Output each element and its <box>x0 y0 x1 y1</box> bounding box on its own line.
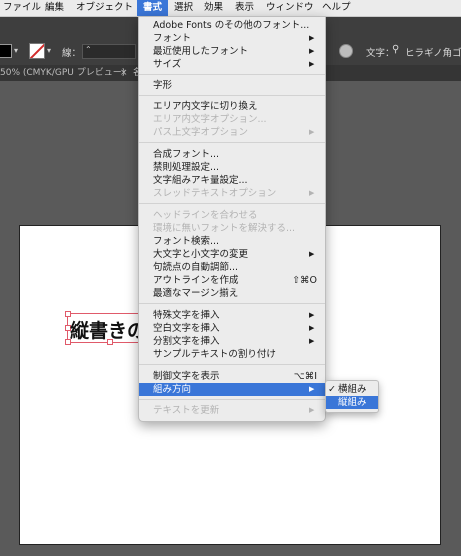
menu-item-insert-whitespace[interactable]: 空白文字を挿入 ▶ <box>139 322 325 335</box>
menu-item-resolve-missing-fonts: 環境に無いフォントを解決する... <box>153 223 296 234</box>
menu-item-insert-special-character[interactable]: 特殊文字を挿入 ▶ <box>139 309 325 322</box>
menu-separator <box>139 399 325 400</box>
menu-item-glyphs[interactable]: 字形 <box>139 79 325 92</box>
menu-separator <box>139 74 325 75</box>
font-value[interactable]: ヒラギノ角ゴ <box>405 45 461 59</box>
menu-select[interactable]: 選択 <box>174 0 193 16</box>
stepper-icon[interactable]: ⌃ <box>85 45 92 54</box>
document-tab-1[interactable]: 50% (CMYK/GPU プレビュー) <box>0 65 125 81</box>
submenu-arrow-icon: ▶ <box>309 34 315 42</box>
menu-view[interactable]: 表示 <box>235 0 254 16</box>
menu-help[interactable]: ヘルプ <box>322 0 351 16</box>
submenu-arrow-icon: ▶ <box>309 385 315 393</box>
menu-item-show-hidden-characters[interactable]: 制御文字を表示 ⌥⌘I <box>139 370 325 383</box>
text-object[interactable]: 縦書きの <box>70 316 146 343</box>
menu-item-update-legacy-text: テキストを更新 ▶ <box>153 405 315 416</box>
stroke-none-swatch[interactable] <box>29 43 45 59</box>
stroke-label: 線： <box>62 48 82 59</box>
submenu-item-vertical[interactable]: 縦組み <box>326 396 378 409</box>
menu-type[interactable]: 書式 <box>137 0 169 16</box>
globe-icon[interactable] <box>339 44 353 58</box>
type-menu-dropdown: Adobe Fonts のその他のフォント... フォント ▶ 最近使用したフォン… <box>138 16 326 422</box>
menu-object[interactable]: オブジェクト <box>76 0 133 16</box>
menu-item-optical-margin-alignment[interactable]: 最適なマージン揃え <box>139 287 325 300</box>
stroke-weight-field[interactable]: ⌃ <box>82 44 136 59</box>
menu-item-change-case[interactable]: 大文字と小文字の変更 ▶ <box>139 248 325 261</box>
menu-item-type-orientation[interactable]: 組み方向 ▶ <box>139 383 325 396</box>
menu-bar: ファイル 編集 オブジェクト 書式 選択 効果 表示 ウィンドウ ヘルプ <box>0 0 461 17</box>
shortcut-label: ⌥⌘I <box>293 371 317 382</box>
tab-close-icon[interactable]: × <box>120 65 128 81</box>
menu-item-kinsoku-settings[interactable]: 禁則処理設定... <box>139 161 325 174</box>
submenu-arrow-icon: ▶ <box>309 324 315 332</box>
menu-item-adobe-fonts[interactable]: Adobe Fonts のその他のフォント... <box>139 19 325 32</box>
checkmark-icon: ✓ <box>328 384 336 395</box>
menu-item-find-font[interactable]: フォント検索... <box>139 235 325 248</box>
menu-separator <box>139 364 325 365</box>
type-orientation-submenu: ✓ 横組み 縦組み <box>325 380 379 413</box>
menu-item-font[interactable]: フォント ▶ <box>139 32 325 45</box>
submenu-arrow-icon: ▶ <box>309 337 315 345</box>
font-label: 文字： <box>366 48 395 59</box>
menu-item-convert-area-type[interactable]: エリア内文字に切り換え <box>139 100 325 113</box>
menu-item-size[interactable]: サイズ ▶ <box>139 58 325 71</box>
menu-separator <box>139 303 325 304</box>
menu-item-fill-placeholder-text[interactable]: サンプルテキストの割り付け <box>139 348 325 361</box>
menu-item-composite-fonts[interactable]: 合成フォント... <box>139 148 325 161</box>
submenu-arrow-icon: ▶ <box>309 189 315 197</box>
menu-window[interactable]: ウィンドウ <box>266 0 314 16</box>
shortcut-label: ⇧⌘O <box>292 275 317 286</box>
menu-item-create-outlines[interactable]: アウトラインを作成 ⇧⌘O <box>139 274 325 287</box>
stroke-chevron-icon[interactable]: ▾ <box>47 46 51 55</box>
submenu-item-horizontal[interactable]: ✓ 横組み <box>326 383 378 396</box>
menu-file[interactable]: ファイル <box>3 0 41 16</box>
menu-item-threaded-text-options: スレッドテキストオプション ▶ <box>153 188 315 199</box>
menu-item-type-on-path-options: パス上文字オプション ▶ <box>153 127 315 138</box>
submenu-arrow-icon: ▶ <box>309 47 315 55</box>
fill-chevron-icon[interactable]: ▾ <box>14 46 18 55</box>
menu-item-mojikumi-settings[interactable]: 文字組みアキ量設定... <box>139 174 325 187</box>
menu-item-insert-break[interactable]: 分割文字を挿入 ▶ <box>139 335 325 348</box>
submenu-arrow-icon: ▶ <box>309 128 315 136</box>
menu-item-fit-headline: ヘッドラインを合わせる <box>153 210 258 221</box>
submenu-arrow-icon: ▶ <box>309 60 315 68</box>
menu-item-smart-punctuation[interactable]: 句読点の自動調節... <box>139 261 325 274</box>
menu-effect[interactable]: 効果 <box>204 0 223 16</box>
menu-item-recent-fonts[interactable]: 最近使用したフォント ▶ <box>139 45 325 58</box>
font-search-icon[interactable]: ⚲ <box>392 44 399 55</box>
submenu-arrow-icon: ▶ <box>309 311 315 319</box>
menu-separator <box>139 142 325 143</box>
menu-item-area-type-options: エリア内文字オプション... <box>153 114 267 125</box>
fill-swatch[interactable] <box>0 44 12 58</box>
menu-edit[interactable]: 編集 <box>45 0 64 16</box>
menu-separator <box>139 95 325 96</box>
menu-separator <box>139 203 325 204</box>
submenu-arrow-icon: ▶ <box>309 250 315 258</box>
submenu-arrow-icon: ▶ <box>309 406 315 414</box>
